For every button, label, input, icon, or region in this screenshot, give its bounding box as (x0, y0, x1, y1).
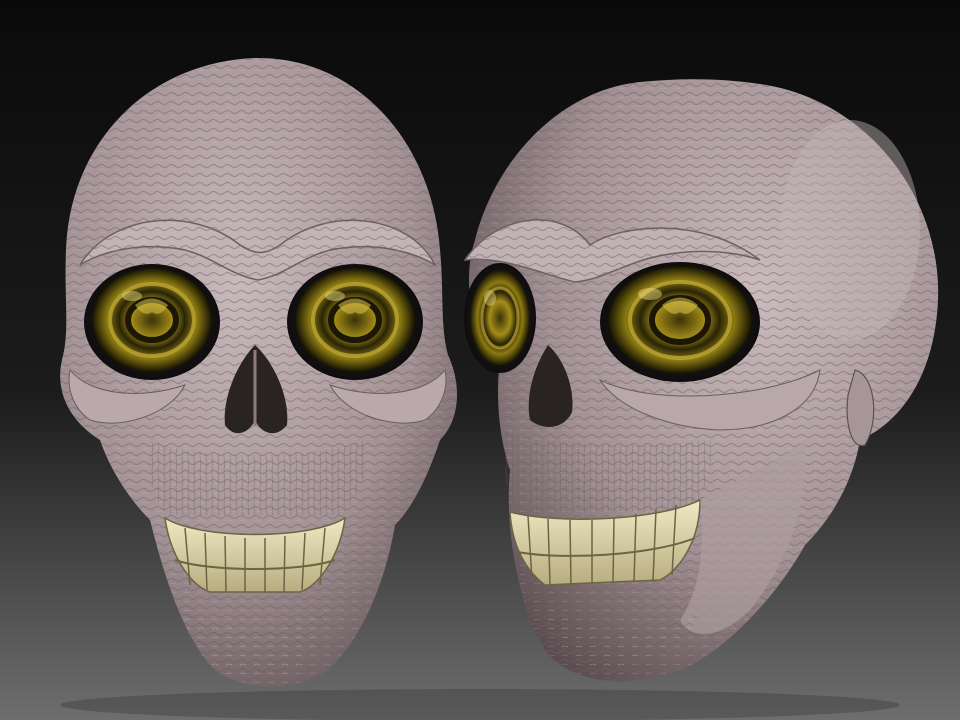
skull-angled-far-eye (470, 270, 530, 366)
skull-front-right-eye (295, 268, 415, 372)
sculpt-render-scene (0, 0, 960, 720)
skull-front-left-eye (92, 268, 212, 372)
render-canvas (0, 0, 960, 720)
skull-angled-near-eye (608, 266, 752, 374)
floor-shadow (60, 689, 900, 720)
